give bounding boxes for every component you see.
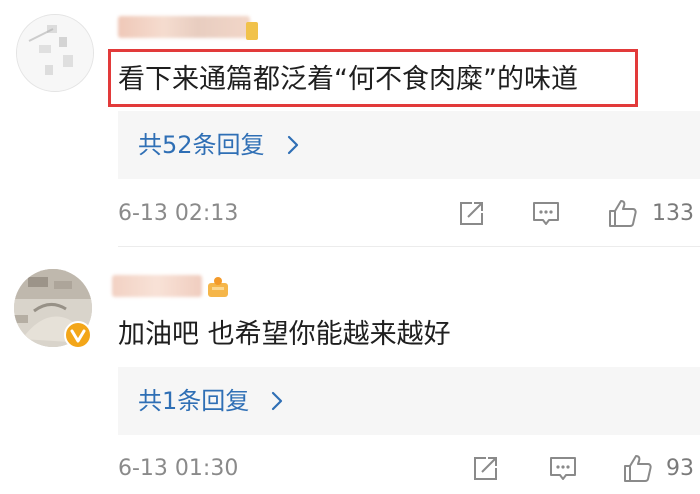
comment-item: 加油吧 也希望你能越来越好 共1条回复 6-13 01:30 93 (0, 247, 700, 494)
chevron-right-icon (271, 391, 283, 411)
replies-count-label: 共52条回复 (138, 131, 265, 159)
avatar-image (17, 15, 93, 91)
like-count: 93 (666, 456, 694, 481)
comment-text: 加油吧 也希望你能越来越好 (118, 319, 451, 350)
verified-v-badge-icon (64, 321, 92, 349)
view-replies-button[interactable]: 共52条回复 (118, 111, 700, 179)
comment-text: 看下来通篇都泛着“何不食肉糜”的味道 (118, 64, 578, 95)
like-count: 133 (652, 201, 694, 226)
member-badge-icon (246, 22, 258, 40)
thumbs-up-icon[interactable] (622, 452, 654, 484)
username-blurred[interactable] (118, 16, 250, 38)
thumbs-up-icon[interactable] (607, 197, 639, 229)
username-blurred[interactable] (112, 275, 202, 297)
share-icon[interactable] (470, 454, 500, 484)
chevron-right-icon (287, 135, 299, 155)
avatar[interactable] (16, 14, 94, 92)
comment-timestamp: 6-13 02:13 (118, 201, 239, 226)
share-icon[interactable] (456, 199, 486, 229)
reply-comment-icon[interactable] (531, 199, 561, 229)
comment-timestamp: 6-13 01:30 (118, 456, 239, 481)
reply-comment-icon[interactable] (548, 454, 578, 484)
comment-item: 看下来通篇都泛着“何不食肉糜”的味道 共52条回复 6-13 02:13 133 (0, 0, 700, 246)
member-badge-icon (208, 277, 228, 297)
replies-count-label: 共1条回复 (138, 387, 250, 415)
view-replies-button[interactable]: 共1条回复 (118, 367, 700, 435)
